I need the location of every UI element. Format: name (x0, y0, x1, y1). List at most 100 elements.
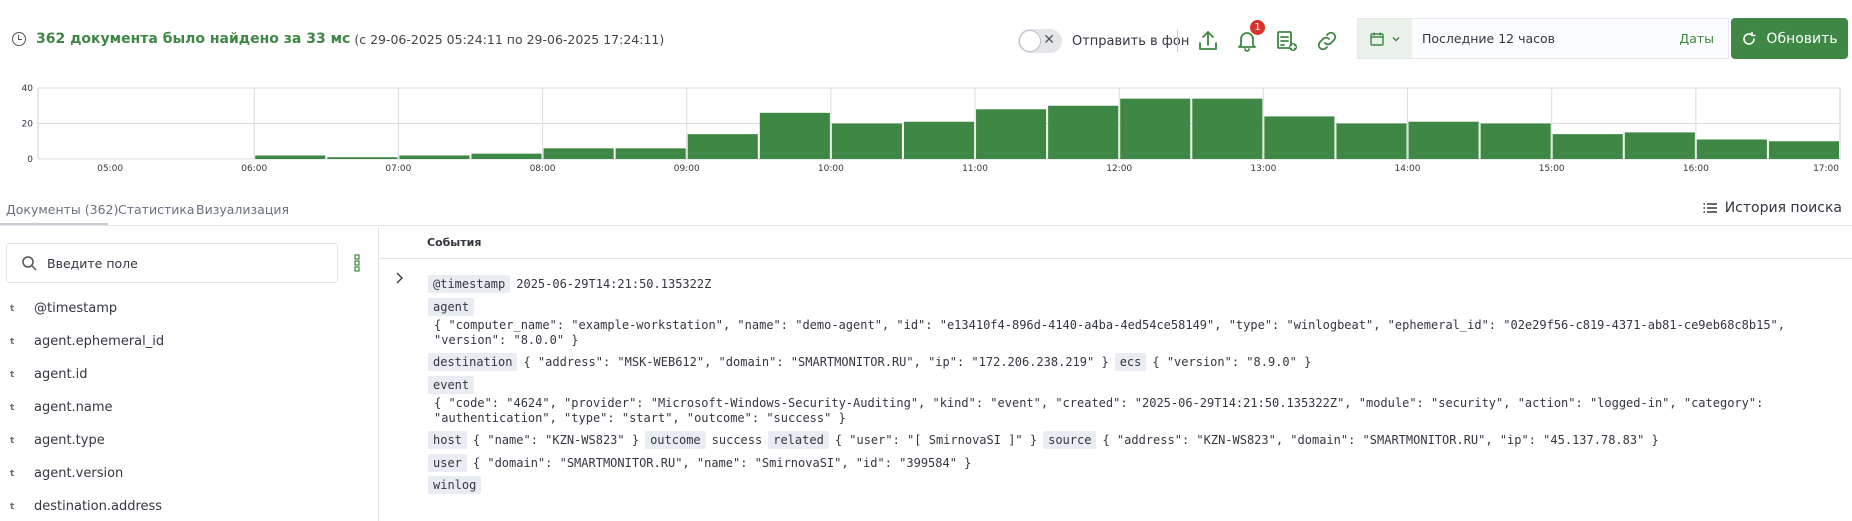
tab-documents[interactable]: Документы (362) (6, 202, 118, 217)
events-histogram[interactable]: 40 20 0 05:00 06:00 07:00 08:00 09:00 10:00 11:00… (0, 82, 1852, 182)
histogram-bar[interactable] (1336, 123, 1407, 160)
send-to-background[interactable]: ✕ Отправить в фон (1018, 29, 1189, 53)
divider (1177, 30, 1178, 52)
list-item[interactable]: t @timestamp (0, 292, 379, 325)
doc-key: event (428, 375, 475, 394)
histogram-bar[interactable] (543, 148, 614, 159)
date-range-value[interactable]: Последние 12 часов (1412, 31, 1679, 46)
field-options-icon[interactable] (352, 253, 362, 273)
field-type-icon: t (10, 402, 15, 413)
dates-link[interactable]: Даты (1679, 31, 1728, 46)
field-type-icon: t (10, 501, 15, 512)
event-document: @timestamp 2025-06-29T14:21:50.135322Z ag… (428, 273, 1838, 497)
time-range-text: (с 29-06-2025 05:24:11 по 29-06-2025 17:… (354, 31, 665, 47)
field-name: @timestamp (34, 301, 118, 316)
x-tick-label: 16:00 (1683, 164, 1709, 174)
histogram-bar[interactable] (327, 157, 398, 159)
list-item[interactable]: t destination.address (0, 490, 379, 521)
active-tab-indicator (0, 223, 108, 225)
notification-badge: 1 (1250, 20, 1265, 35)
doc-value: success (711, 433, 763, 448)
search-history-button[interactable]: История поиска (1703, 200, 1842, 216)
events-panel: События @timestamp 2025-06-29T14:21:50.13… (380, 227, 1852, 521)
switch-knob (1019, 30, 1041, 52)
field-name: destination.address (34, 499, 163, 514)
field-search-placeholder: Введите поле (47, 255, 138, 271)
field-name: agent.id (34, 367, 88, 382)
list-item[interactable]: t agent.type (0, 424, 379, 457)
histogram-bar[interactable] (1408, 121, 1479, 159)
histogram-bar[interactable] (1048, 105, 1119, 159)
refresh-icon (1743, 31, 1757, 45)
doc-key: user (428, 453, 467, 472)
x-tick-label: 13:00 (1250, 164, 1276, 174)
field-list: t @timestamp t agent.ephemeral_id t agent.i… (0, 292, 379, 521)
quick-select-button[interactable] (1358, 19, 1412, 58)
events-column-title: События (427, 236, 482, 249)
histogram-bar[interactable] (399, 155, 470, 159)
y-tick-label: 0 (27, 155, 33, 165)
x-tick-label: 07:00 (385, 164, 411, 174)
notifications-button[interactable]: 1 (1232, 20, 1265, 56)
x-tick-label: 08:00 (530, 164, 556, 174)
calendar-icon (1370, 32, 1384, 46)
histogram-bar[interactable] (1480, 123, 1551, 160)
doc-key: destination (428, 353, 518, 372)
tab-statistics[interactable]: Статистика (118, 202, 195, 217)
histogram-bar[interactable] (255, 155, 326, 159)
histogram-bar[interactable] (471, 153, 542, 159)
histogram-bar[interactable] (687, 134, 758, 159)
doc-key: host (428, 431, 467, 450)
histogram-bar[interactable] (1624, 132, 1695, 159)
background-switch[interactable]: ✕ (1018, 29, 1062, 53)
upload-icon (1199, 31, 1217, 50)
list-item[interactable]: t agent.id (0, 358, 379, 391)
histogram-bar[interactable] (1192, 98, 1263, 159)
x-tick-label: 15:00 (1539, 164, 1565, 174)
doc-value: { "domain": "SMARTMONITOR.RU", "name": "… (472, 455, 972, 470)
add-report-button[interactable] (1272, 26, 1302, 56)
field-search-input[interactable]: Введите поле (6, 243, 338, 283)
list-item[interactable]: t agent.name (0, 391, 379, 424)
clock-icon (12, 32, 26, 46)
histogram-bar[interactable] (976, 109, 1047, 159)
refresh-label: Обновить (1766, 30, 1838, 47)
histogram-bar[interactable] (903, 121, 975, 159)
field-type-icon: t (10, 468, 15, 479)
results-tabs: Документы (362) Статистика Визуализация … (0, 196, 1852, 226)
share-link-button[interactable] (1312, 26, 1342, 56)
result-count: 362 документа было найдено за 33 мс (36, 31, 351, 47)
doc-value: { "address": "KZN-WS823", "domain": "SMA… (1102, 433, 1659, 448)
link-icon (1317, 31, 1337, 51)
field-name: agent.version (34, 466, 124, 481)
histogram-bar[interactable] (615, 148, 686, 159)
histogram-bar[interactable] (1696, 139, 1767, 159)
top-bar: 362 документа было найдено за 33 мс (с 2… (0, 0, 1852, 78)
list-item[interactable]: t agent.version (0, 457, 379, 490)
chevron-right-icon[interactable] (392, 271, 406, 285)
y-tick-label: 40 (22, 84, 34, 94)
histogram-bar[interactable] (1768, 141, 1839, 159)
x-tick-label: 06:00 (241, 164, 267, 174)
x-tick-label: 11:00 (962, 164, 988, 174)
field-type-icon: t (10, 303, 15, 314)
export-button[interactable] (1193, 26, 1223, 56)
list-item[interactable]: t agent.ephemeral_id (0, 325, 379, 358)
add-document-icon (1277, 31, 1297, 51)
field-type-icon: t (10, 435, 15, 446)
refresh-button[interactable]: Обновить (1731, 18, 1848, 59)
histogram-bar[interactable] (1552, 134, 1623, 159)
x-tick-label: 14:00 (1395, 164, 1421, 174)
events-header: События (380, 227, 1852, 259)
x-tick-label: 17:00 (1813, 164, 1839, 174)
background-label: Отправить в фон (1072, 33, 1190, 49)
chevron-down-icon (1392, 36, 1400, 41)
histogram-bar[interactable] (831, 123, 902, 160)
histogram-bar[interactable] (1264, 116, 1335, 159)
doc-key: source (1043, 431, 1097, 450)
histogram-bar[interactable] (1120, 98, 1191, 159)
tab-visualization[interactable]: Визуализация (196, 202, 289, 217)
histogram-bar[interactable] (759, 112, 830, 159)
search-history-label: История поиска (1724, 200, 1842, 216)
date-picker: Последние 12 часов Даты (1357, 18, 1729, 59)
